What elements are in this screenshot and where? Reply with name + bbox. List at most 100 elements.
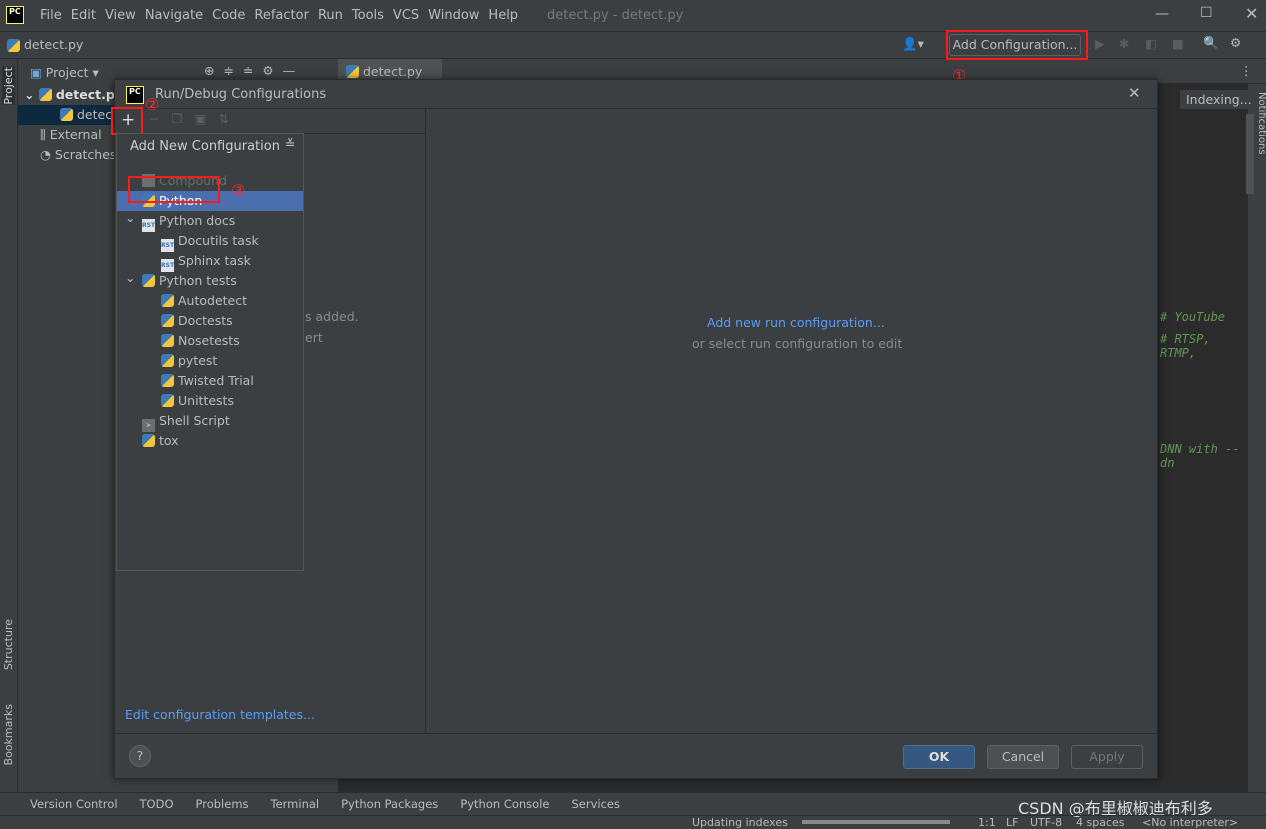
- minimize-button[interactable]: —: [1155, 6, 1169, 22]
- search-icon[interactable]: 🔍: [1203, 35, 1219, 51]
- chevron-down-icon[interactable]: ⌄: [125, 268, 135, 288]
- config-type-unittests[interactable]: Unittests: [117, 391, 303, 411]
- popup-title: Add New Configuration: [130, 139, 280, 154]
- config-type-shell-script[interactable]: > Shell Script: [117, 411, 303, 432]
- python-test-icon: [161, 294, 174, 307]
- more-icon[interactable]: ⋮: [1240, 63, 1253, 78]
- python-test-icon: [161, 314, 174, 327]
- config-type-sphinx-task[interactable]: RST Sphinx task: [117, 251, 303, 272]
- python-file-icon: [7, 39, 20, 52]
- config-type-label: Twisted Trial: [178, 373, 254, 388]
- tool-problems[interactable]: Problems: [196, 797, 249, 811]
- status-position[interactable]: 1:1: [978, 816, 996, 829]
- close-window-button[interactable]: ✕: [1245, 4, 1258, 23]
- config-type-tox[interactable]: tox: [117, 431, 303, 451]
- config-type-twisted-trial[interactable]: Twisted Trial: [117, 371, 303, 391]
- menu-bar: File Edit View Navigate Code Refactor Run Tools…: [40, 8, 527, 23]
- menu-view[interactable]: View: [105, 8, 136, 23]
- python-test-icon: [142, 274, 155, 287]
- ok-button[interactable]: OK: [903, 745, 975, 769]
- menu-file[interactable]: File: [40, 8, 62, 23]
- structure-tool-tab[interactable]: Structure: [2, 619, 15, 670]
- help-button[interactable]: ?: [129, 745, 151, 767]
- python-test-icon: [161, 354, 174, 367]
- config-type-python-tests[interactable]: ⌄ Python tests: [117, 268, 303, 291]
- menu-help[interactable]: Help: [488, 8, 518, 23]
- maximize-button[interactable]: ☐: [1200, 5, 1213, 21]
- config-type-pytest[interactable]: pytest: [117, 351, 303, 371]
- tree-item-root[interactable]: ⌄ detect.py: [24, 87, 123, 102]
- status-updating: Updating indexes: [692, 816, 788, 829]
- debug-icon[interactable]: ✱: [1119, 36, 1129, 51]
- config-type-autodetect[interactable]: Autodetect: [117, 291, 303, 311]
- status-encoding[interactable]: UTF-8: [1030, 816, 1062, 829]
- tool-python-console[interactable]: Python Console: [460, 797, 549, 811]
- menu-window[interactable]: Window: [428, 8, 479, 23]
- user-icon[interactable]: 👤▾: [902, 36, 924, 52]
- empty-text: ert: [305, 330, 323, 345]
- tree-item-scratches[interactable]: ◔ Scratches: [40, 147, 116, 162]
- annotation-box-2: [111, 107, 143, 135]
- tool-python-packages[interactable]: Python Packages: [341, 797, 438, 811]
- add-new-run-config-link[interactable]: Add new run configuration...: [707, 315, 885, 330]
- menu-tools[interactable]: Tools: [352, 8, 384, 23]
- left-tool-strip: Project Structure Bookmarks: [0, 59, 18, 792]
- app-logo: PC: [6, 6, 24, 24]
- python-test-icon: [161, 394, 174, 407]
- cancel-button[interactable]: Cancel: [987, 745, 1059, 769]
- menu-run[interactable]: Run: [318, 8, 343, 23]
- title-bar: PC File Edit View Navigate Code Refactor Run To…: [0, 0, 1266, 32]
- right-tool-strip: Notifications: [1256, 84, 1266, 792]
- config-type-doctests[interactable]: Doctests: [117, 311, 303, 331]
- python-test-icon: [142, 434, 155, 447]
- status-interpreter[interactable]: <No interpreter>: [1142, 816, 1238, 829]
- tool-terminal[interactable]: Terminal: [271, 797, 320, 811]
- tree-item-external[interactable]: ⫼ External: [40, 127, 102, 143]
- edit-templates-link[interactable]: Edit configuration templates...: [125, 707, 315, 722]
- annotation-box-1: [946, 30, 1088, 60]
- breadcrumb-file[interactable]: detect.py: [24, 37, 83, 52]
- config-type-python-docs[interactable]: ⌄ RST Python docs: [117, 208, 303, 232]
- project-toolbar-icons[interactable]: ⊕≑≐⚙—: [204, 63, 304, 78]
- tool-todo[interactable]: TODO: [140, 797, 174, 811]
- menu-code[interactable]: Code: [212, 8, 245, 23]
- config-type-nosetests[interactable]: Nosetests: [117, 331, 303, 351]
- config-type-label: pytest: [178, 353, 218, 368]
- code-line: DNN with --dn: [1160, 442, 1240, 470]
- apply-button[interactable]: Apply: [1071, 745, 1143, 769]
- coverage-icon[interactable]: ◧: [1145, 36, 1157, 51]
- or-select-text: or select run configuration to edit: [692, 336, 903, 351]
- menu-vcs[interactable]: VCS: [393, 8, 419, 23]
- annotation-2: ②: [145, 95, 160, 114]
- notifications-tab[interactable]: Notifications: [1256, 92, 1266, 155]
- run-icon[interactable]: ▶: [1095, 36, 1105, 51]
- dialog-logo: PC: [126, 86, 144, 104]
- config-type-label: Python tests: [159, 273, 237, 288]
- config-type-label: Doctests: [178, 313, 233, 328]
- status-line-ending[interactable]: LF: [1006, 816, 1018, 829]
- stop-icon[interactable]: ■: [1172, 36, 1184, 51]
- tool-services[interactable]: Services: [571, 797, 620, 811]
- config-type-label: Python docs: [159, 213, 236, 228]
- menu-edit[interactable]: Edit: [71, 8, 96, 23]
- tool-version-control[interactable]: Version Control: [30, 797, 118, 811]
- menu-navigate[interactable]: Navigate: [145, 8, 203, 23]
- chevron-down-icon[interactable]: ⌄: [125, 208, 135, 228]
- status-indent[interactable]: 4 spaces: [1076, 816, 1125, 829]
- dialog-close-button[interactable]: ✕: [1128, 84, 1141, 102]
- bookmarks-tool-tab[interactable]: Bookmarks: [2, 704, 15, 765]
- collapse-icon[interactable]: ≚: [285, 136, 295, 151]
- gear-icon[interactable]: ⚙: [1230, 35, 1241, 50]
- progress-bar: [802, 820, 950, 824]
- window-title: detect.py - detect.py: [547, 8, 684, 23]
- project-tool-tab[interactable]: Project: [2, 67, 15, 105]
- editor-scrollbar[interactable]: [1246, 114, 1254, 194]
- menu-refactor[interactable]: Refactor: [254, 8, 309, 23]
- dialog-toolbar-disabled: −❐▣⇅: [149, 111, 241, 126]
- project-header-label: Project: [45, 65, 89, 80]
- config-type-label: Unittests: [178, 393, 234, 408]
- tree-item-file[interactable]: detec: [18, 105, 118, 125]
- project-header[interactable]: ▣ Project ▾: [30, 65, 99, 80]
- annotation-3: ③: [231, 181, 246, 200]
- config-type-docutils-task[interactable]: RST Docutils task: [117, 231, 303, 252]
